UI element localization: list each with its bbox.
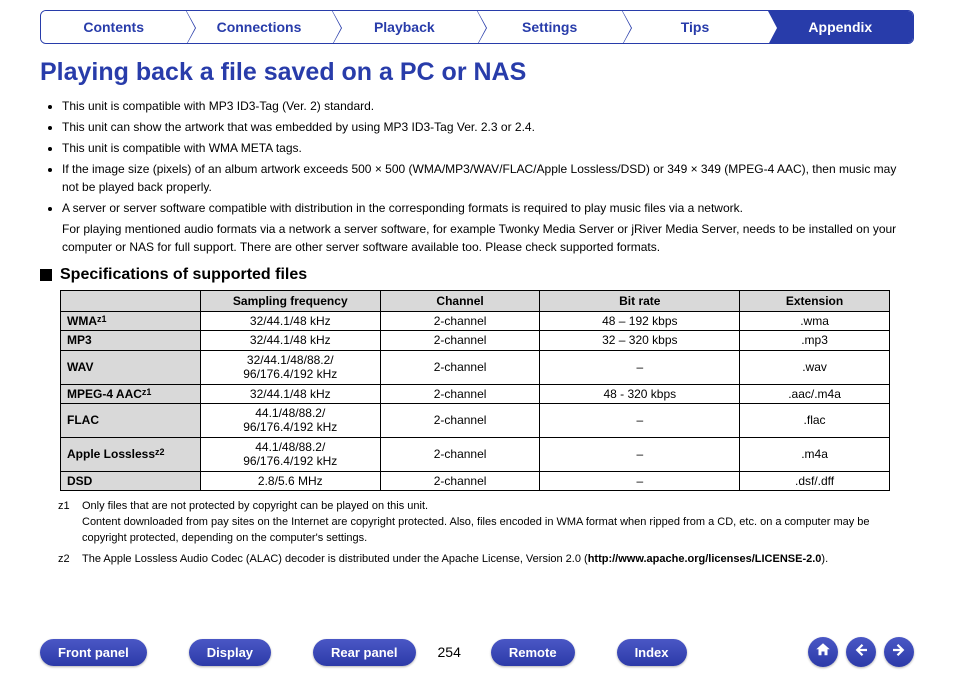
tab-connections[interactable]: Connections <box>186 11 331 43</box>
cell-channel: 2-channel <box>380 331 540 350</box>
front-panel-button[interactable]: Front panel <box>40 639 147 666</box>
square-bullet-icon <box>40 269 52 281</box>
cell-channel: 2-channel <box>380 384 540 403</box>
cell-channel: 2-channel <box>380 350 540 384</box>
footnote-label: z1 <box>58 499 82 547</box>
cell-channel: 2-channel <box>380 437 540 471</box>
footnote-text: Only files that are not protected by cop… <box>82 499 896 547</box>
tab-label: Settings <box>522 19 577 35</box>
cell-sampling: 32/44.1/48 kHz <box>200 331 380 350</box>
cell-ext: .dsf/.dff <box>740 471 890 490</box>
cell-bitrate: 32 – 320 kbps <box>540 331 740 350</box>
cell-channel: 2-channel <box>380 403 540 437</box>
th-ext: Extension <box>740 291 890 312</box>
prev-page-button[interactable] <box>846 637 876 667</box>
tab-playback[interactable]: Playback <box>332 11 477 43</box>
cell-ext: .wma <box>740 312 890 331</box>
cell-bitrate: 48 - 320 kbps <box>540 384 740 403</box>
tab-label: Contents <box>83 19 144 35</box>
table-row: WMAz1 32/44.1/48 kHz 2-channel 48 – 192 … <box>61 312 890 331</box>
table-row: WAV 32/44.1/48/88.2/ 96/176.4/192 kHz 2-… <box>61 350 890 384</box>
table-body: WMAz1 32/44.1/48 kHz 2-channel 48 – 192 … <box>61 312 890 491</box>
arrow-left-icon <box>852 641 870 664</box>
cell-sampling: 2.8/5.6 MHz <box>200 471 380 490</box>
table-row: Apple Losslessz2 44.1/48/88.2/ 96/176.4/… <box>61 437 890 471</box>
index-button[interactable]: Index <box>617 639 687 666</box>
cell-ext: .mp3 <box>740 331 890 350</box>
cell-format: MP3 <box>61 331 201 350</box>
cell-ext: .aac/.m4a <box>740 384 890 403</box>
list-item: This unit is compatible with WMA META ta… <box>62 139 908 157</box>
cell-format: MPEG-4 AACz1 <box>61 384 201 403</box>
cell-format: DSD <box>61 471 201 490</box>
cell-format: WAV <box>61 350 201 384</box>
cell-bitrate: – <box>540 471 740 490</box>
cell-sampling: 32/44.1/48/88.2/ 96/176.4/192 kHz <box>200 350 380 384</box>
table-row: FLAC 44.1/48/88.2/ 96/176.4/192 kHz 2-ch… <box>61 403 890 437</box>
cell-channel: 2-channel <box>380 471 540 490</box>
cell-bitrate: – <box>540 350 740 384</box>
next-page-button[interactable] <box>884 637 914 667</box>
cell-sampling: 44.1/48/88.2/ 96/176.4/192 kHz <box>200 403 380 437</box>
rear-panel-button[interactable]: Rear panel <box>313 639 415 666</box>
footnote-text: The Apple Lossless Audio Codec (ALAC) de… <box>82 552 896 568</box>
cell-ext: .m4a <box>740 437 890 471</box>
display-button[interactable]: Display <box>189 639 271 666</box>
footnote-link[interactable]: http://www.apache.org/licenses/LICENSE-2… <box>588 553 822 565</box>
list-item-sub: For playing mentioned audio formats via … <box>62 220 908 256</box>
list-item: This unit can show the artwork that was … <box>62 118 908 136</box>
page-title: Playing back a file saved on a PC or NAS <box>40 58 914 87</box>
section-heading: Specifications of supported files <box>40 266 914 284</box>
cell-channel: 2-channel <box>380 312 540 331</box>
cell-format: Apple Losslessz2 <box>61 437 201 471</box>
top-tabs: Contents Connections Playback Settings T… <box>40 10 914 44</box>
footnote-label: z2 <box>58 552 82 568</box>
tab-label: Appendix <box>808 19 872 35</box>
cell-bitrate: 48 – 192 kbps <box>540 312 740 331</box>
cell-format: WMAz1 <box>61 312 201 331</box>
list-item: This unit is compatible with MP3 ID3-Tag… <box>62 97 908 115</box>
page-number: 254 <box>438 644 461 660</box>
home-icon <box>814 641 832 664</box>
footnotes: z1 Only files that are not protected by … <box>58 499 896 568</box>
cell-sampling: 32/44.1/48 kHz <box>200 384 380 403</box>
tab-label: Connections <box>217 19 302 35</box>
table-row: MPEG-4 AACz1 32/44.1/48 kHz 2-channel 48… <box>61 384 890 403</box>
section-heading-text: Specifications of supported files <box>60 266 307 284</box>
tab-contents[interactable]: Contents <box>41 11 186 43</box>
nav-icon-bar <box>808 637 914 667</box>
remote-button[interactable]: Remote <box>491 639 575 666</box>
home-button[interactable] <box>808 637 838 667</box>
th-channel: Channel <box>380 291 540 312</box>
table-header-row: Sampling frequency Channel Bit rate Exte… <box>61 291 890 312</box>
table-row: DSD 2.8/5.6 MHz 2-channel – .dsf/.dff <box>61 471 890 490</box>
footnote: z2 The Apple Lossless Audio Codec (ALAC)… <box>58 552 896 568</box>
bottom-bar: Front panel Display Rear panel 254 Remot… <box>0 637 954 667</box>
tab-tips[interactable]: Tips <box>622 11 767 43</box>
list-item: If the image size (pixels) of an album a… <box>62 160 908 196</box>
table-row: MP3 32/44.1/48 kHz 2-channel 32 – 320 kb… <box>61 331 890 350</box>
page-root: Contents Connections Playback Settings T… <box>0 10 954 683</box>
list-item: A server or server software compatible w… <box>62 199 908 217</box>
tab-appendix[interactable]: Appendix <box>768 11 913 43</box>
spec-table: Sampling frequency Channel Bit rate Exte… <box>60 290 890 491</box>
cell-sampling: 32/44.1/48 kHz <box>200 312 380 331</box>
tab-label: Tips <box>681 19 710 35</box>
bullet-list: This unit is compatible with MP3 ID3-Tag… <box>62 97 908 256</box>
footnote: z1 Only files that are not protected by … <box>58 499 896 547</box>
th-blank <box>61 291 201 312</box>
tab-label: Playback <box>374 19 435 35</box>
th-sampling: Sampling frequency <box>200 291 380 312</box>
tab-settings[interactable]: Settings <box>477 11 622 43</box>
cell-ext: .flac <box>740 403 890 437</box>
cell-bitrate: – <box>540 437 740 471</box>
cell-sampling: 44.1/48/88.2/ 96/176.4/192 kHz <box>200 437 380 471</box>
cell-format: FLAC <box>61 403 201 437</box>
arrow-right-icon <box>890 641 908 664</box>
cell-ext: .wav <box>740 350 890 384</box>
cell-bitrate: – <box>540 403 740 437</box>
th-bitrate: Bit rate <box>540 291 740 312</box>
